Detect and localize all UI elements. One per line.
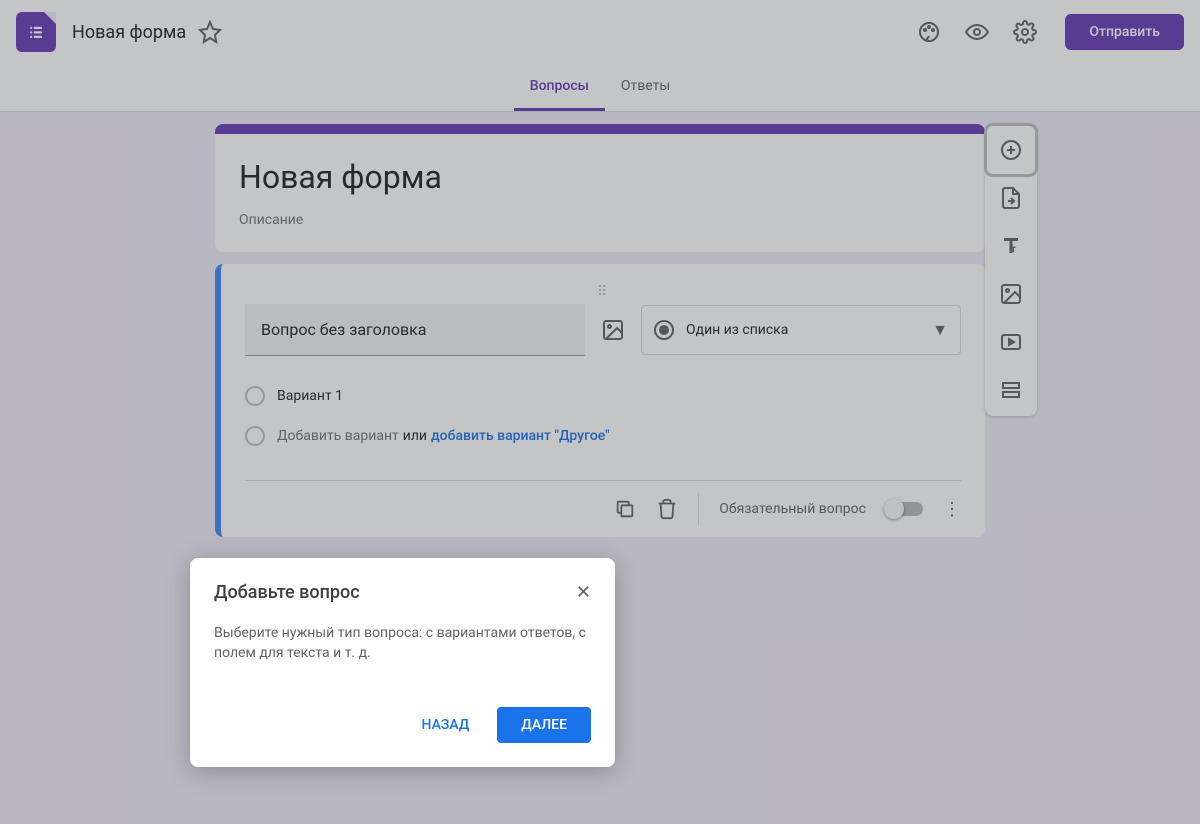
onboarding-popover: Добавьте вопрос ✕ Выберите нужный тип во… <box>190 558 615 767</box>
next-button[interactable]: ДАЛЕЕ <box>497 707 591 743</box>
close-icon[interactable]: ✕ <box>576 582 591 603</box>
popover-body: Выберите нужный тип вопроса: с вариантам… <box>214 623 591 663</box>
popover-title: Добавьте вопрос <box>214 582 360 603</box>
back-button[interactable]: НАЗАД <box>402 707 490 743</box>
